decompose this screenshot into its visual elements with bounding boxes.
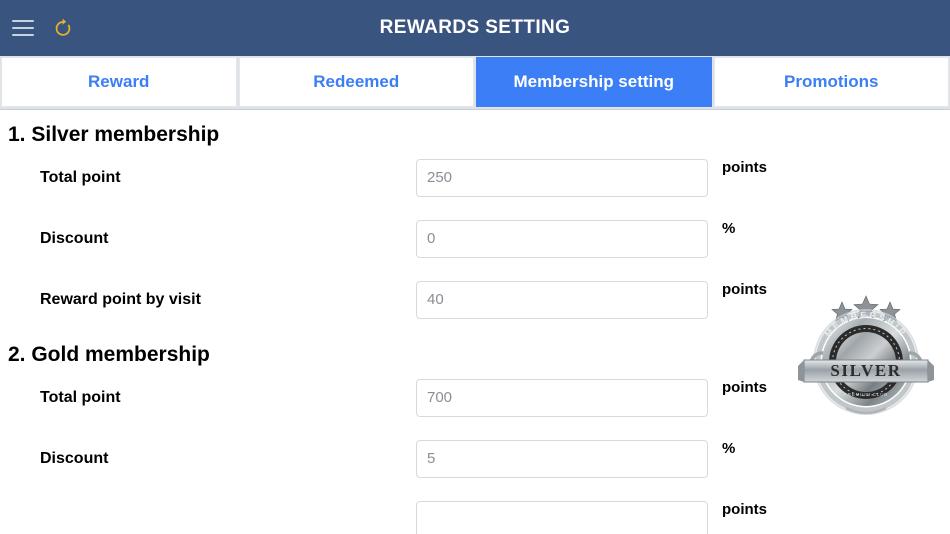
unit-gold-discount: % [722, 440, 736, 458]
section-title-silver: 1. Silver membership [8, 123, 220, 146]
hamburger-menu-icon[interactable] [12, 20, 34, 36]
unit-silver-total-point: points [722, 159, 767, 177]
input-silver-reward-point-by-visit[interactable] [416, 280, 708, 319]
label-gold-total-point: Total point [40, 388, 121, 406]
tab-promotions[interactable]: Promotions [713, 57, 949, 107]
row-gold-discount: Discount % [0, 428, 950, 489]
input-silver-total-point[interactable] [416, 158, 708, 197]
header-left-controls [0, 0, 74, 56]
unit-silver-discount: % [722, 220, 736, 238]
label-silver-reward-point-by-visit: Reward point by visit [40, 290, 201, 308]
input-gold-reward-point-by-visit[interactable] [416, 500, 708, 534]
label-gold-discount: Discount [40, 449, 109, 467]
label-silver-total-point: Total point [40, 168, 121, 186]
row-gold-reward-point-by-visit: points [0, 489, 950, 534]
tab-redeemed[interactable]: Redeemed [238, 57, 474, 107]
tab-bar: Reward Redeemed Membership setting Promo… [0, 56, 950, 110]
tab-membership-setting[interactable]: Membership setting [476, 57, 712, 107]
refresh-icon[interactable] [52, 17, 74, 39]
page-title: REWARDS SETTING [379, 17, 571, 38]
label-silver-discount: Discount [40, 229, 109, 247]
silver-membership-badge: MEMBERSHIP SILVER PREMIUM CLUB [796, 290, 936, 420]
app-header: REWARDS SETTING [0, 0, 950, 56]
settings-content: 1. Silver membership Total point points … [0, 110, 950, 534]
row-silver-total-point: Total point points [0, 147, 950, 208]
silver-badge-subtext: PREMIUM CLUB [844, 392, 888, 397]
tab-reward[interactable]: Reward [1, 57, 237, 107]
input-gold-total-point[interactable] [416, 378, 708, 417]
unit-gold-reward-point-by-visit: points [722, 501, 767, 519]
unit-gold-total-point: points [722, 379, 767, 397]
gold-membership-badge: MEMBERSHIP GOLD PREMIUM CLUB [792, 530, 932, 534]
input-gold-discount[interactable] [416, 439, 708, 478]
rewards-setting-screen: REWARDS SETTING Reward Redeemed Membersh… [0, 0, 950, 534]
silver-badge-label: SILVER [830, 361, 901, 380]
input-silver-discount[interactable] [416, 219, 708, 258]
row-silver-discount: Discount % [0, 208, 950, 269]
unit-silver-reward-point-by-visit: points [722, 281, 767, 299]
